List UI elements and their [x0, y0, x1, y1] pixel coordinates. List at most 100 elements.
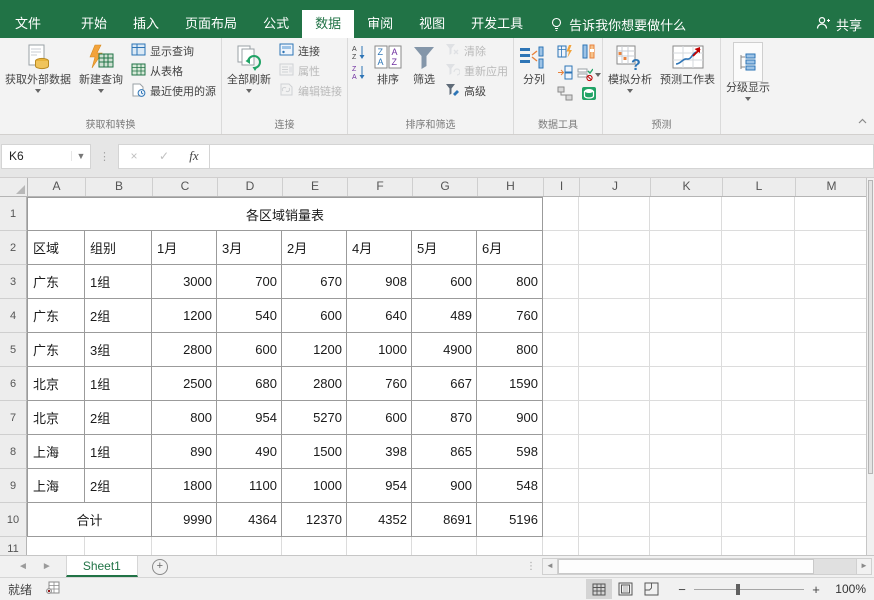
remove-duplicates-button[interactable]	[581, 44, 597, 64]
tell-me-box[interactable]: 告诉我你想要做什么	[550, 10, 686, 38]
cell-F4[interactable]: 640	[347, 299, 412, 333]
cell-K8[interactable]	[650, 435, 722, 469]
manage-data-model-button[interactable]	[581, 86, 597, 106]
cell-H7[interactable]: 900	[477, 401, 543, 435]
cell-K7[interactable]	[650, 401, 722, 435]
cell-L3[interactable]	[722, 265, 795, 299]
cell-K5[interactable]	[650, 333, 722, 367]
col-header-I[interactable]: I	[544, 178, 580, 196]
normal-view-button[interactable]	[586, 579, 612, 599]
cell-H8[interactable]: 598	[477, 435, 543, 469]
cell-A10[interactable]: 合计	[27, 503, 152, 537]
row-header-10[interactable]: 10	[0, 503, 27, 537]
sort-descending-button[interactable]: ZA	[349, 63, 369, 83]
page-layout-view-button[interactable]	[612, 579, 638, 599]
zoom-slider[interactable]	[694, 589, 804, 590]
cell-M11[interactable]	[795, 537, 866, 555]
sheet-nav-left-icon[interactable]: ◄	[18, 561, 28, 572]
flash-fill-button[interactable]	[557, 44, 573, 64]
cell-A3[interactable]: 广东	[27, 265, 85, 299]
cell-J9[interactable]	[579, 469, 650, 503]
cell-D3[interactable]: 700	[217, 265, 282, 299]
row-header-3[interactable]: 3	[0, 265, 27, 299]
col-header-L[interactable]: L	[723, 178, 796, 196]
col-header-F[interactable]: F	[348, 178, 413, 196]
cell-F6[interactable]: 760	[347, 367, 412, 401]
cell-J3[interactable]	[579, 265, 650, 299]
data-validation-button[interactable]	[577, 67, 601, 82]
col-header-M[interactable]: M	[796, 178, 866, 196]
cell-D9[interactable]: 1100	[217, 469, 282, 503]
col-header-G[interactable]: G	[413, 178, 478, 196]
cell-H2[interactable]: 6月	[477, 231, 543, 265]
cell-C4[interactable]: 1200	[152, 299, 217, 333]
cell-F7[interactable]: 600	[347, 401, 412, 435]
zoom-in-button[interactable]: +	[808, 582, 824, 597]
cell-E4[interactable]: 600	[282, 299, 347, 333]
cell-A8[interactable]: 上海	[27, 435, 85, 469]
cell-K2[interactable]	[650, 231, 722, 265]
cell-I5[interactable]	[543, 333, 579, 367]
cell-I11[interactable]	[543, 537, 579, 555]
zoom-level[interactable]: 100%	[824, 582, 866, 596]
cell-J1[interactable]	[579, 197, 650, 231]
zoom-out-button[interactable]: −	[674, 582, 690, 597]
cell-B2[interactable]: 组别	[85, 231, 152, 265]
hscroll-right-icon[interactable]: ►	[856, 558, 872, 575]
page-break-view-button[interactable]	[638, 579, 664, 599]
cell-B4[interactable]: 2组	[85, 299, 152, 333]
cell-I2[interactable]	[543, 231, 579, 265]
cell-L6[interactable]	[722, 367, 795, 401]
cell-C9[interactable]: 1800	[152, 469, 217, 503]
cell-B11[interactable]	[85, 537, 152, 555]
get-external-data-button[interactable]: 获取外部数据	[1, 39, 75, 94]
col-header-D[interactable]: D	[218, 178, 283, 196]
filter-button[interactable]: 筛选	[407, 39, 441, 87]
menu-tab-data[interactable]: 数据	[302, 10, 354, 38]
cell-L2[interactable]	[722, 231, 795, 265]
sort-ascending-button[interactable]: AZ	[349, 43, 369, 63]
cell-I3[interactable]	[543, 265, 579, 299]
advanced-filter-button[interactable]: 高级	[441, 81, 512, 101]
collapse-ribbon-icon[interactable]	[857, 116, 868, 130]
cell-B8[interactable]: 1组	[85, 435, 152, 469]
col-header-B[interactable]: B	[86, 178, 153, 196]
cell-K9[interactable]	[650, 469, 722, 503]
horizontal-scrollbar[interactable]: ◄ ►	[542, 556, 872, 577]
cell-L1[interactable]	[722, 197, 795, 231]
sheet-nav-right-icon[interactable]: ►	[42, 561, 52, 572]
cell-E8[interactable]: 1500	[282, 435, 347, 469]
col-header-A[interactable]: A	[28, 178, 86, 196]
col-header-E[interactable]: E	[283, 178, 348, 196]
row-header-9[interactable]: 9	[0, 469, 27, 503]
cell-B3[interactable]: 1组	[85, 265, 152, 299]
cell-E9[interactable]: 1000	[282, 469, 347, 503]
cell-G3[interactable]: 600	[412, 265, 477, 299]
cell-G5[interactable]: 4900	[412, 333, 477, 367]
cell-F9[interactable]: 954	[347, 469, 412, 503]
cell-K3[interactable]	[650, 265, 722, 299]
cell-M1[interactable]	[795, 197, 866, 231]
cell-H11[interactable]	[477, 537, 543, 555]
cell-A4[interactable]: 广东	[27, 299, 85, 333]
cell-E6[interactable]: 2800	[282, 367, 347, 401]
cell-I4[interactable]	[543, 299, 579, 333]
cell-A2[interactable]: 区域	[27, 231, 85, 265]
cell-A11[interactable]	[27, 537, 85, 555]
consolidate-button[interactable]	[557, 65, 573, 85]
cell-M4[interactable]	[795, 299, 866, 333]
forecast-sheet-button[interactable]: 预测工作表	[656, 39, 719, 87]
name-box[interactable]: K6 ▼	[1, 144, 91, 169]
cell-D5[interactable]: 600	[217, 333, 282, 367]
cell-J11[interactable]	[579, 537, 650, 555]
hscroll-left-icon[interactable]: ◄	[542, 558, 558, 575]
tab-scrollbar-splitter[interactable]: ⋮	[520, 556, 542, 577]
formula-bar-splitter[interactable]: ⋮	[99, 150, 110, 163]
name-box-dropdown-icon[interactable]: ▼	[71, 151, 90, 161]
cell-K10[interactable]	[650, 503, 722, 537]
share-button[interactable]: 共享	[816, 10, 874, 38]
relationships-button[interactable]	[557, 86, 573, 106]
cell-J7[interactable]	[579, 401, 650, 435]
cell-M2[interactable]	[795, 231, 866, 265]
cell-C6[interactable]: 2500	[152, 367, 217, 401]
